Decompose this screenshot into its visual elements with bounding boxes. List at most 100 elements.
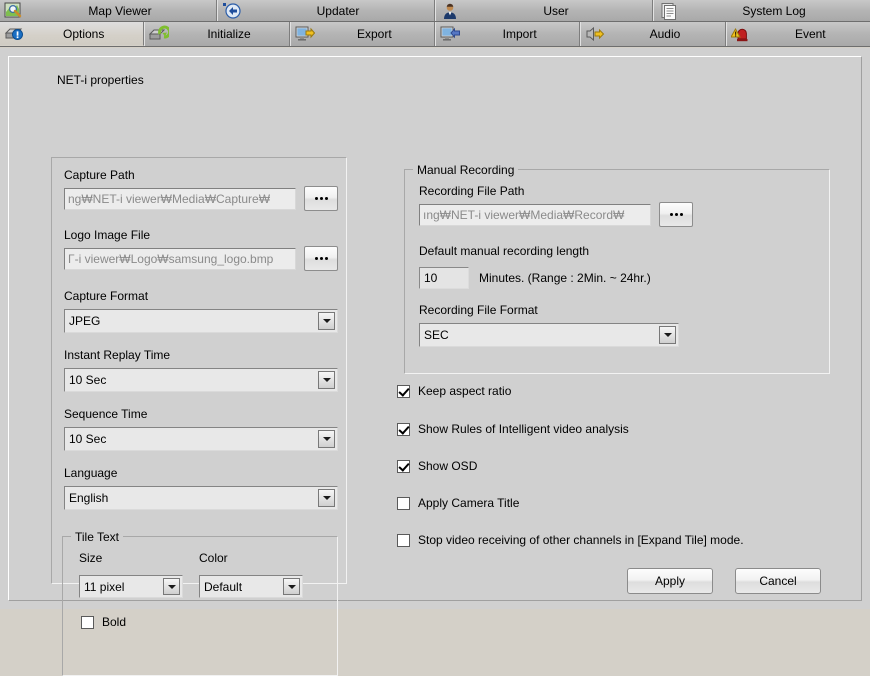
- tile-text-bold-label: Bold: [102, 615, 127, 629]
- checkbox-label: Stop video receiving of other channels i…: [418, 533, 744, 547]
- initialize-drive-icon: [149, 25, 170, 43]
- page-title: NET-i properties: [57, 73, 144, 87]
- manual-recording-group: Manual Recording Recording File Path ıng…: [404, 163, 830, 374]
- tab-user[interactable]: User: [435, 0, 653, 21]
- chevron-down-icon[interactable]: [318, 430, 335, 448]
- checkbox-box[interactable]: [397, 384, 410, 398]
- instant-replay-time-label: Instant Replay Time: [64, 348, 171, 362]
- chevron-down-icon[interactable]: [659, 326, 676, 344]
- tile-text-group-title: Tile Text: [71, 530, 124, 544]
- language-value: English: [69, 491, 109, 505]
- recording-file-path-input[interactable]: ıng₩NET-i viewer₩Media₩Record₩: [419, 204, 651, 226]
- tab-options-label: Options: [62, 26, 105, 41]
- tab-import-label: Import: [502, 27, 537, 41]
- recording-length-units-label: Minutes. (Range : 2Min. ~ 24hr.): [479, 271, 651, 285]
- checkbox-box[interactable]: [397, 496, 410, 510]
- cancel-button[interactable]: Cancel: [735, 568, 821, 594]
- checkbox-keep-aspect-ratio[interactable]: Keep aspect ratio: [397, 384, 511, 398]
- tab-audio[interactable]: Audio: [580, 22, 726, 46]
- chevron-down-icon[interactable]: [318, 489, 335, 507]
- tile-text-group: Tile Text Size Color 11 pixel Default Bo…: [62, 530, 338, 676]
- audio-speaker-icon: [585, 25, 605, 43]
- import-monitor-icon: [440, 25, 460, 43]
- capture-path-browse-button[interactable]: [304, 186, 338, 211]
- logo-image-file-browse-button[interactable]: [304, 246, 338, 271]
- checkbox-box[interactable]: [81, 615, 94, 629]
- tab-initialize[interactable]: Initialize: [144, 22, 290, 46]
- tab-user-label: User: [543, 3, 569, 18]
- secondary-tab-bar: Options Initialize Export Import Audio E…: [0, 22, 870, 47]
- recording-length-label: Default manual recording length: [419, 244, 590, 258]
- chevron-down-icon[interactable]: [318, 371, 335, 389]
- checkbox-label: Show OSD: [418, 459, 478, 473]
- checkbox-box[interactable]: [397, 422, 410, 436]
- left-settings-frame: Capture Path ng₩NET-i viewer₩Media₩Captu…: [51, 157, 347, 676]
- primary-tab-bar: Map Viewer Updater User System Log: [0, 0, 870, 22]
- checkbox-stop-video-receiving-expand-tile[interactable]: Stop video receiving of other channels i…: [397, 533, 744, 547]
- tab-map-viewer[interactable]: Map Viewer: [0, 0, 217, 21]
- export-monitor-icon: [295, 25, 315, 43]
- capture-format-value: JPEG: [69, 314, 101, 328]
- chevron-down-icon[interactable]: [163, 578, 180, 595]
- options-drive-icon: [4, 25, 24, 43]
- tile-text-bold-checkbox[interactable]: Bold: [81, 615, 126, 629]
- tab-updater-label: Updater: [316, 3, 360, 18]
- checkbox-show-osd[interactable]: Show OSD: [397, 459, 477, 473]
- tile-text-color-select[interactable]: Default: [199, 575, 303, 598]
- language-label: Language: [64, 466, 118, 480]
- tab-initialize-label: Initialize: [207, 27, 251, 41]
- event-siren-icon: [730, 25, 751, 43]
- capture-path-input[interactable]: ng₩NET-i viewer₩Media₩Capture₩: [64, 188, 296, 210]
- tab-export-label: Export: [356, 27, 392, 41]
- checkbox-label: Keep aspect ratio: [418, 384, 512, 398]
- logo-image-file-label: Logo Image File: [64, 228, 151, 242]
- system-log-icon: [658, 2, 678, 20]
- checkbox-label: Apply Camera Title: [418, 496, 520, 510]
- checkbox-box[interactable]: [397, 533, 410, 547]
- map-viewer-icon: [4, 2, 24, 20]
- recording-length-input[interactable]: 10: [419, 267, 469, 289]
- tile-text-size-select[interactable]: 11 pixel: [79, 575, 183, 598]
- sequence-time-value: 10 Sec: [69, 432, 107, 446]
- instant-replay-time-value: 10 Sec: [69, 373, 107, 387]
- tab-system-log-label: System Log: [742, 3, 806, 18]
- tile-text-size-value: 11 pixel: [84, 579, 125, 594]
- tab-options[interactable]: Options: [0, 22, 145, 46]
- checkbox-box[interactable]: [397, 459, 410, 473]
- tab-event[interactable]: Event: [725, 22, 870, 46]
- recording-file-format-label: Recording File Format: [419, 303, 538, 317]
- checkbox-show-rules-intelligent-video-analysis[interactable]: Show Rules of Intelligent video analysis: [397, 422, 629, 436]
- language-select[interactable]: English: [64, 486, 338, 510]
- tab-updater[interactable]: Updater: [217, 0, 435, 21]
- tab-export[interactable]: Export: [289, 22, 435, 46]
- tile-text-size-label: Size: [79, 551, 103, 565]
- chevron-down-icon[interactable]: [283, 578, 300, 595]
- capture-path-label: Capture Path: [64, 168, 135, 182]
- checkbox-apply-camera-title[interactable]: Apply Camera Title: [397, 496, 519, 510]
- options-content-area: NET-i properties Capture Path ng₩NET-i v…: [0, 48, 870, 676]
- tile-text-color-label: Color: [199, 551, 228, 565]
- tile-text-color-value: Default: [204, 579, 243, 594]
- sequence-time-select[interactable]: 10 Sec: [64, 427, 338, 451]
- manual-recording-group-title: Manual Recording: [413, 163, 519, 177]
- sequence-time-label: Sequence Time: [64, 407, 148, 421]
- instant-replay-time-select[interactable]: 10 Sec: [64, 368, 338, 392]
- apply-button[interactable]: Apply: [627, 568, 713, 594]
- tab-audio-label: Audio: [649, 27, 681, 41]
- logo-image-file-input[interactable]: Γ-i viewer₩Logo₩samsung_logo.bmp: [64, 248, 296, 270]
- user-icon: [440, 2, 460, 20]
- capture-format-select[interactable]: JPEG: [64, 309, 338, 333]
- capture-format-label: Capture Format: [64, 289, 149, 303]
- chevron-down-icon[interactable]: [318, 312, 335, 330]
- recording-file-format-select[interactable]: SEC: [419, 323, 679, 347]
- tab-map-viewer-label: Map Viewer: [88, 3, 152, 18]
- tab-system-log[interactable]: System Log: [653, 0, 870, 21]
- checkbox-label: Show Rules of Intelligent video analysis: [418, 422, 629, 436]
- options-panel: NET-i properties Capture Path ng₩NET-i v…: [8, 56, 862, 676]
- recording-file-format-value: SEC: [424, 328, 449, 342]
- updater-icon: [222, 2, 242, 20]
- recording-file-path-browse-button[interactable]: [659, 202, 693, 227]
- tab-event-label: Event: [794, 27, 826, 41]
- tab-import[interactable]: Import: [434, 22, 581, 46]
- recording-file-path-label: Recording File Path: [419, 184, 525, 198]
